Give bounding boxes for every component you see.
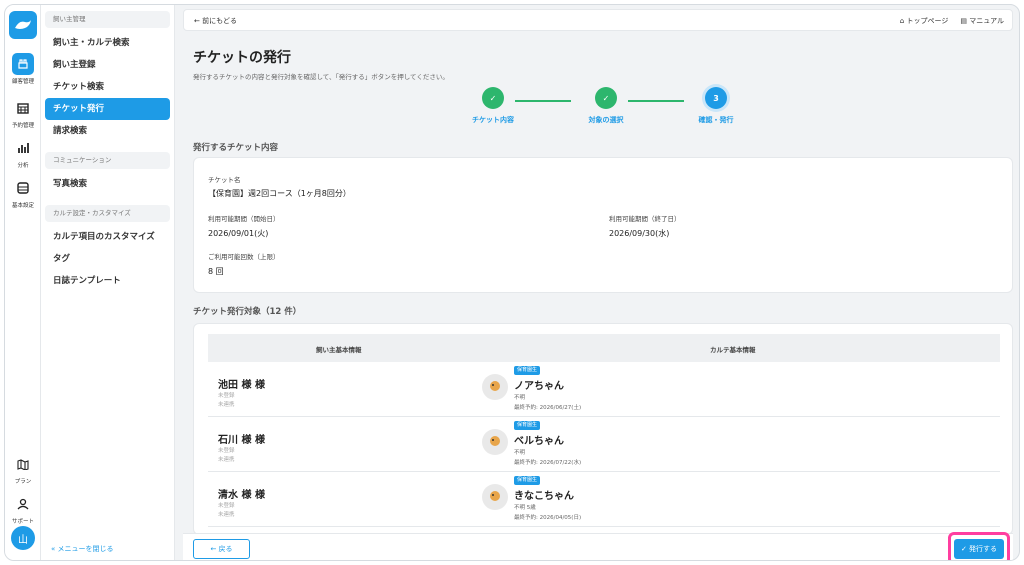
start-date: 2026/09/01(火) bbox=[208, 229, 269, 238]
map-icon bbox=[12, 453, 34, 475]
pet-name: ベルちゃん bbox=[514, 436, 564, 447]
sidebar-item-ticket-search[interactable]: チケット検索 bbox=[45, 76, 170, 98]
pet-avatar-icon bbox=[482, 484, 508, 510]
link-status: 未連携 bbox=[218, 402, 235, 408]
rail-item-settings[interactable]: 基本設定 bbox=[5, 177, 41, 209]
back-link[interactable]: ← 前にもどる bbox=[194, 16, 237, 26]
targets-card: 飼い主基本情報 カルテ基本情報 池田 様 様 未登録 未連携 保育園生 ノアちゃ… bbox=[193, 323, 1013, 535]
step-number: 3 bbox=[705, 87, 727, 109]
line-status: 未登録 bbox=[218, 503, 235, 509]
sidebar: 飼い主管理 飼い主・カルテ検索 飼い主登録 チケット検索 チケット発行 請求検索… bbox=[41, 5, 175, 560]
collapse-menu-link[interactable]: « メニューを閉じる bbox=[51, 544, 114, 554]
calendar-icon bbox=[12, 97, 34, 119]
top-bar: ← 前にもどる ⌂ トップページ ▤ マニュアル bbox=[183, 9, 1013, 31]
sidebar-item-tags[interactable]: タグ bbox=[45, 248, 170, 270]
issue-button-highlight: ✓ 発行する bbox=[948, 532, 1010, 560]
table-row[interactable]: 池田 様 様 未登録 未連携 保育園生 ノアちゃん 不明 最終予約: 2026/… bbox=[208, 362, 1000, 417]
rail-item-support[interactable]: サポート bbox=[5, 493, 41, 525]
sidebar-item-journal-template[interactable]: 日誌テンプレート bbox=[45, 270, 170, 292]
page-title: チケットの発行 bbox=[193, 50, 291, 66]
last-reservation: 最終予約: 2026/07/22(水) bbox=[514, 460, 582, 466]
sidebar-item-owner-register[interactable]: 飼い主登録 bbox=[45, 54, 170, 76]
usage-count-label: ご利用可能回数（上限） bbox=[208, 253, 280, 261]
home-icon: ⌂ bbox=[899, 17, 905, 25]
check-icon: ✓ bbox=[482, 87, 504, 109]
app-window: 顧客管理 予約管理 分析 基本設定 プラン サポート 山 飼い主管理 飼い主・カ… bbox=[4, 4, 1020, 561]
end-date: 2026/09/30(水) bbox=[609, 229, 670, 238]
pet-avatar-icon bbox=[482, 374, 508, 400]
chart-icon bbox=[12, 137, 34, 159]
sidebar-item-photo-search[interactable]: 写真検索 bbox=[45, 173, 170, 195]
link-status: 未連携 bbox=[218, 512, 235, 518]
table-row[interactable]: 石川 様 様 未登録 未連携 保育園生 ベルちゃん 不明 最終予約: 2026/… bbox=[208, 417, 1000, 472]
settings-icon bbox=[12, 177, 34, 199]
owner-name: 清水 様 様 bbox=[218, 490, 265, 501]
app-logo[interactable] bbox=[9, 11, 37, 39]
table-row[interactable]: 清水 様 様 未登録 未連携 保育園生 きなこちゃん 不明 5歳 最終予約: 2… bbox=[208, 472, 1000, 527]
rail-item-reservations[interactable]: 予約管理 bbox=[5, 97, 41, 129]
rail-item-plan[interactable]: プラン bbox=[5, 453, 41, 485]
book-icon: ▤ bbox=[960, 17, 967, 25]
section-owner-management: 飼い主管理 bbox=[45, 11, 170, 28]
last-reservation: 最終予約: 2026/04/05(日) bbox=[514, 515, 582, 521]
pet-name: ノアちゃん bbox=[514, 381, 564, 392]
pet-info: 不明 bbox=[514, 450, 526, 456]
user-avatar[interactable]: 山 bbox=[11, 526, 35, 550]
ticket-section-heading: 発行するチケット内容 bbox=[193, 143, 279, 153]
bottom-action-bar: ← 戻る ✓ 発行する bbox=[183, 532, 1013, 560]
usage-count: 8 回 bbox=[208, 267, 224, 276]
ticket-name-label: チケット名 bbox=[208, 176, 241, 184]
dog-icon bbox=[12, 53, 34, 75]
sidebar-item-billing-search[interactable]: 請求検索 bbox=[45, 120, 170, 142]
back-button[interactable]: ← 戻る bbox=[193, 539, 250, 559]
status-badge: 保育園生 bbox=[514, 476, 541, 485]
end-date-label: 利用可能期間（終了日） bbox=[609, 215, 681, 223]
pet-info: 不明 5歳 bbox=[514, 505, 536, 511]
rail-item-analytics[interactable]: 分析 bbox=[5, 137, 41, 169]
step-confirm-issue: 3 確認・発行 bbox=[676, 87, 756, 125]
line-status: 未登録 bbox=[218, 393, 235, 399]
line-status: 未登録 bbox=[218, 448, 235, 454]
last-reservation: 最終予約: 2026/06/27(土) bbox=[514, 405, 582, 411]
support-icon bbox=[12, 493, 34, 515]
pet-name: きなこちゃん bbox=[514, 491, 574, 502]
step-target-select: ✓ 対象の選択 bbox=[566, 87, 646, 125]
page-subtitle: 発行するチケットの内容と発行対象を確認して、「発行する」ボタンを押してください。 bbox=[193, 73, 449, 81]
top-page-link[interactable]: ⌂ トップページ bbox=[900, 16, 949, 26]
col-owner-info: 飼い主基本情報 bbox=[316, 346, 362, 354]
targets-section-heading: チケット発行対象（12 件） bbox=[193, 307, 302, 317]
section-karte-settings: カルテ設定・カスタマイズ bbox=[45, 205, 170, 222]
main-content: チケットの発行 発行するチケットの内容と発行対象を確認して、「発行する」ボタンを… bbox=[183, 35, 1013, 535]
status-badge: 保育園生 bbox=[514, 366, 541, 375]
check-icon: ✓ bbox=[595, 87, 617, 109]
step-connector bbox=[515, 100, 571, 102]
ticket-name: 【保育園】週2回コース（1ヶ月8回分） bbox=[208, 189, 351, 198]
step-ticket-content: ✓ チケット内容 bbox=[453, 87, 533, 125]
sidebar-item-ticket-issue[interactable]: チケット発行 bbox=[45, 98, 170, 120]
pet-avatar-icon bbox=[482, 429, 508, 455]
sidebar-item-karte-customize[interactable]: カルテ項目のカスタマイズ bbox=[45, 226, 170, 248]
sidebar-item-owner-search[interactable]: 飼い主・カルテ検索 bbox=[45, 32, 170, 54]
pet-info: 不明 bbox=[514, 395, 526, 401]
rail-item-customers[interactable]: 顧客管理 bbox=[5, 53, 41, 85]
col-karte-info: カルテ基本情報 bbox=[710, 346, 756, 354]
owner-name: 池田 様 様 bbox=[218, 380, 265, 391]
link-status: 未連携 bbox=[218, 457, 235, 463]
issue-button[interactable]: ✓ 発行する bbox=[954, 539, 1004, 559]
manual-link[interactable]: ▤ マニュアル bbox=[960, 16, 1004, 26]
targets-table-header: 飼い主基本情報 カルテ基本情報 bbox=[208, 334, 1000, 362]
owner-name: 石川 様 様 bbox=[218, 435, 265, 446]
start-date-label: 利用可能期間（開始日） bbox=[208, 215, 280, 223]
status-badge: 保育園生 bbox=[514, 421, 541, 430]
section-communication: コミュニケーション bbox=[45, 152, 170, 169]
icon-rail: 顧客管理 予約管理 分析 基本設定 プラン サポート 山 bbox=[5, 5, 41, 560]
ticket-content-card: チケット名 【保育園】週2回コース（1ヶ月8回分） 利用可能期間（開始日） 20… bbox=[193, 157, 1013, 293]
